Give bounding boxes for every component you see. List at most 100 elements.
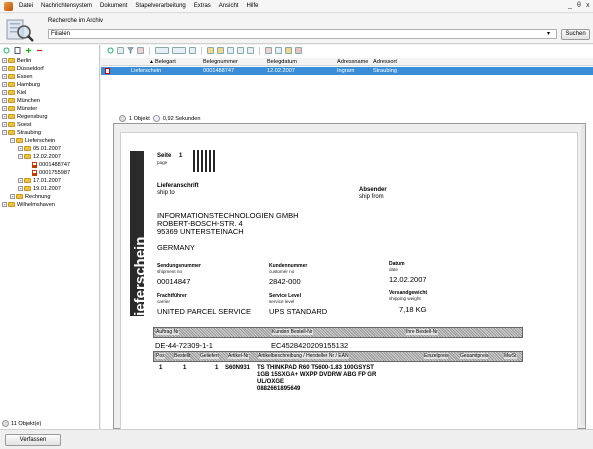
view-preview-icon[interactable] xyxy=(189,47,196,54)
print-icon[interactable] xyxy=(227,47,234,54)
col-adressname[interactable]: Adressname xyxy=(337,59,368,65)
delete-icon[interactable] xyxy=(295,47,302,54)
expand-icon[interactable]: + xyxy=(2,98,7,103)
tree-node[interactable]: +19.01.2007 xyxy=(18,185,61,192)
expand-icon[interactable]: + xyxy=(2,58,7,63)
expand-icon[interactable]: + xyxy=(2,90,7,95)
expand-icon[interactable]: + xyxy=(2,122,7,127)
mail-icon[interactable] xyxy=(137,47,144,54)
document-preview[interactable]: Lieferschein Seite 1 page Lieferanschrif… xyxy=(113,123,586,430)
tree-node[interactable]: + Münster xyxy=(2,105,37,112)
search-dropdown-button[interactable]: ▾ xyxy=(547,30,550,37)
expand-icon[interactable]: + xyxy=(2,74,7,79)
expand-icon[interactable]: + xyxy=(2,202,7,207)
folder-open-icon xyxy=(16,138,23,143)
folder-icon xyxy=(8,98,15,103)
tree-node[interactable]: 0001488747 xyxy=(32,161,70,168)
restore-button[interactable]: θ xyxy=(577,2,581,9)
order-header-row: Auftrag Nr Kunden Bestell-Nr Ihre Bestel… xyxy=(153,327,523,338)
tree-node[interactable]: + Wilhelmshaven xyxy=(2,201,55,208)
folder-open-icon xyxy=(8,130,15,135)
menu-datei[interactable]: Datei xyxy=(19,3,33,9)
search-button[interactable]: Suchen xyxy=(561,29,590,40)
tree-node[interactable]: − Straubing xyxy=(2,129,41,136)
bottom-bar: Verfassen xyxy=(0,429,593,449)
expand-icon[interactable]: + xyxy=(2,82,7,87)
expand-icon[interactable]: + xyxy=(10,194,15,199)
item-article: S60N931 xyxy=(225,365,251,371)
expand-icon[interactable]: + xyxy=(18,146,23,151)
expand-icon[interactable]: + xyxy=(18,186,23,191)
pdf-icon[interactable] xyxy=(265,47,272,54)
tree-node[interactable]: + Hamburg xyxy=(2,81,40,88)
collapse-icon[interactable]: − xyxy=(2,130,7,135)
menu-dokument[interactable]: Dokument xyxy=(100,3,127,9)
attach-icon[interactable] xyxy=(275,47,282,54)
add-icon[interactable] xyxy=(25,47,32,54)
tree-node[interactable]: +17.01.2007 xyxy=(18,177,61,184)
cell-belegdatum: 12.02.2007 xyxy=(267,68,295,74)
ship-to-sub: ship to xyxy=(157,190,175,196)
preview-scrollbar[interactable] xyxy=(581,125,585,425)
tree-node[interactable]: 0001755987 xyxy=(32,169,70,176)
collapse-icon[interactable]: − xyxy=(10,138,15,143)
search-input[interactable]: Filialen xyxy=(48,29,557,39)
expand-icon[interactable]: + xyxy=(18,178,23,183)
view-list-icon[interactable] xyxy=(155,47,169,54)
menu-extras[interactable]: Extras xyxy=(194,3,211,9)
filter-icon[interactable] xyxy=(127,47,134,54)
open-folder-icon[interactable] xyxy=(207,47,214,54)
compose-button[interactable]: Verfassen xyxy=(5,434,61,446)
tree-node[interactable]: −12.02.2007 xyxy=(18,153,61,160)
menu-ansicht[interactable]: Ansicht xyxy=(219,3,239,9)
expand-icon[interactable]: + xyxy=(2,66,7,71)
collapse-icon[interactable]: − xyxy=(18,154,23,159)
tree-node[interactable]: − Lieferschein xyxy=(10,137,55,144)
tree-node[interactable]: + Soest xyxy=(2,121,31,128)
col-belegnummer[interactable]: Belegnummer xyxy=(203,59,238,65)
tree-node[interactable]: + Essen xyxy=(2,73,33,80)
toolbar-separator xyxy=(149,46,150,55)
folder-icon xyxy=(8,114,15,119)
tree-node[interactable]: + Rechnung xyxy=(10,193,51,200)
refresh-icon[interactable] xyxy=(3,47,10,54)
tree-node[interactable]: + Berlin xyxy=(2,57,31,64)
tree-node[interactable]: + Regensburg xyxy=(2,113,47,120)
remove-icon[interactable] xyxy=(36,47,43,54)
export-icon[interactable] xyxy=(237,47,244,54)
copy-icon[interactable] xyxy=(247,47,254,54)
item-delivered: 1 xyxy=(215,365,219,371)
star-icon[interactable] xyxy=(285,47,292,54)
new-document-icon[interactable] xyxy=(117,47,124,54)
folder-icon xyxy=(8,58,15,63)
tree-node[interactable]: + Düsseldorf xyxy=(2,65,44,72)
service-value: UPS STANDARD xyxy=(269,307,328,316)
toolbar-separator xyxy=(201,46,202,55)
expand-icon[interactable]: + xyxy=(2,114,7,119)
col-belegdatum[interactable]: Belegdatum xyxy=(267,59,297,65)
menu-nachrichtensystem[interactable]: Nachrichtensystem xyxy=(41,3,92,9)
menu-hilfe[interactable]: Hilfe xyxy=(246,3,258,9)
sort-asc-icon: ▲ xyxy=(149,59,154,65)
tree-node[interactable]: + Kiel xyxy=(2,89,26,96)
close-button[interactable]: x xyxy=(586,2,590,9)
qr-code xyxy=(193,150,215,172)
page-number: 1 xyxy=(179,153,183,159)
refresh-icon[interactable] xyxy=(107,47,114,54)
total-price-header: Gesamtpreis xyxy=(460,353,489,359)
tree-node[interactable]: + München xyxy=(2,97,40,104)
save-icon[interactable] xyxy=(217,47,224,54)
col-adressort[interactable]: Adressort xyxy=(373,59,397,65)
table-row[interactable]: Lieferschein 0001488747 12.02.2007 Ingra… xyxy=(101,67,593,75)
view-details-icon[interactable] xyxy=(172,47,186,54)
item-ordered: 1 xyxy=(183,365,187,371)
item-description-3: UL/OXGE xyxy=(257,379,285,385)
col-belegart[interactable]: Belegart xyxy=(155,59,176,65)
menu-stapelverarbeitung[interactable]: Stapelverarbeitung xyxy=(135,3,185,9)
tree-node[interactable]: +05.01.2007 xyxy=(18,145,61,152)
tree-status: 11 Objekt(e) xyxy=(2,420,41,427)
customer-order-value: EC4528420209155132 xyxy=(271,341,349,350)
minimize-button[interactable]: _ xyxy=(568,2,572,9)
document-icon[interactable] xyxy=(14,46,21,54)
expand-icon[interactable]: + xyxy=(2,106,7,111)
